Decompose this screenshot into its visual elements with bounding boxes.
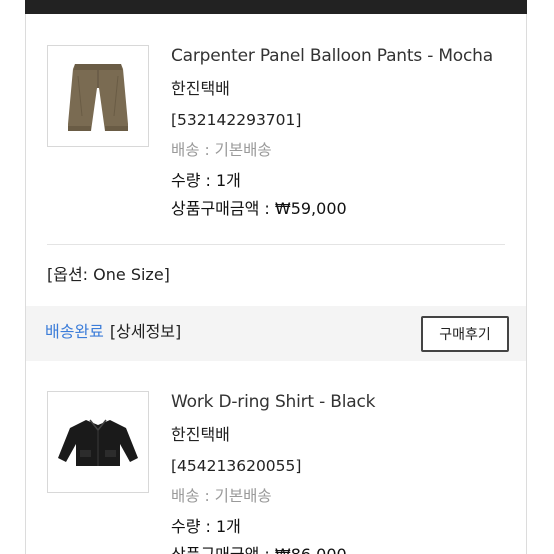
shirt-image xyxy=(48,392,148,492)
delivery-status: 배송완료 [상세정보] xyxy=(45,321,181,343)
delivery-status-row: 배송완료 [상세정보] 구매후기 xyxy=(25,306,527,361)
purchase-price: 상품구매금액 : ₩86,000 xyxy=(171,544,518,554)
divider xyxy=(47,244,505,245)
product-info: Carpenter Panel Balloon Pants - Mocha 한진… xyxy=(171,45,518,220)
order-item-card: Carpenter Panel Balloon Pants - Mocha 한진… xyxy=(25,14,527,306)
delivery-complete-link[interactable]: 배송완료 xyxy=(45,322,104,341)
product-name[interactable]: Work D-ring Shirt - Black xyxy=(171,391,518,413)
order-item-card: Work D-ring Shirt - Black 한진택배 [45421362… xyxy=(25,361,527,554)
top-header-bar xyxy=(25,0,527,14)
pants-image xyxy=(48,46,148,146)
quantity: 수량 : 1개 xyxy=(171,171,241,190)
product-info: Work D-ring Shirt - Black 한진택배 [45421362… xyxy=(171,391,518,554)
shipping-method: 배송 : 기본배송 xyxy=(171,487,272,505)
product-option: [옵션: One Size] xyxy=(47,265,170,284)
tracking-number[interactable]: [532142293701] xyxy=(171,110,518,130)
shipping-method: 배송 : 기본배송 xyxy=(171,141,272,159)
tracking-number[interactable]: [454213620055] xyxy=(171,456,518,476)
product-name[interactable]: Carpenter Panel Balloon Pants - Mocha xyxy=(171,45,518,67)
product-thumbnail[interactable] xyxy=(47,45,149,147)
product-thumbnail[interactable] xyxy=(47,391,149,493)
write-review-button[interactable]: 구매후기 xyxy=(421,316,509,352)
carrier-name: 한진택배 xyxy=(171,79,230,98)
detail-info-link[interactable]: [상세정보] xyxy=(110,322,181,341)
carrier-name: 한진택배 xyxy=(171,425,230,444)
purchase-price: 상품구매금액 : ₩59,000 xyxy=(171,199,347,218)
quantity: 수량 : 1개 xyxy=(171,517,241,536)
